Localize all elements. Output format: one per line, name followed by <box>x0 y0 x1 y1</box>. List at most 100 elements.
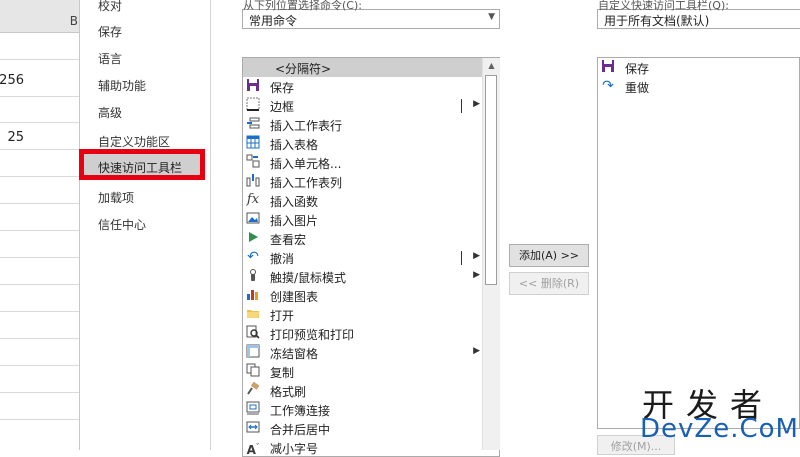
list-item-label: 打印预览和打印 <box>270 328 355 342</box>
folder-icon <box>245 306 261 322</box>
list-item-label: 创建图表 <box>270 290 319 304</box>
spreadsheet-background: B 256 25 <box>0 0 80 450</box>
copy-icon <box>245 363 261 379</box>
insert-table-icon <box>245 135 261 151</box>
commands-list-scrollbar[interactable]: ▲ <box>482 58 500 450</box>
save-icon <box>245 78 261 94</box>
list-item[interactable]: 触摸/鼠标模式 ▶ <box>243 267 482 286</box>
list-item-label: 边框 <box>270 100 295 114</box>
list-item-label: 减小字号 <box>270 442 319 456</box>
list-item[interactable]: 插入单元格... <box>243 153 482 172</box>
options-category-panel: 校对 保存 语言 辅助功能 高级 自定义功能区 加载项 信任中心 <box>80 0 211 450</box>
category-proofing[interactable]: 校对 <box>98 0 122 14</box>
scroll-up-arrow-icon[interactable]: ▲ <box>483 58 500 74</box>
submenu-arrow-icon: ▶ <box>473 346 480 356</box>
print-preview-icon <box>245 325 261 341</box>
list-item-label: 打开 <box>270 309 295 323</box>
choose-commands-value: 常用命令 <box>249 14 298 28</box>
watermark-logo: 开发者 DevZe.CoM <box>640 380 800 450</box>
category-quick-access-toolbar-label: 快速访问工具栏 <box>98 161 183 175</box>
list-item[interactable]: 复制 <box>243 362 482 381</box>
list-item[interactable]: 插入工作表列 <box>243 172 482 191</box>
remove-button[interactable]: << 删除(R) <box>509 272 589 295</box>
add-button[interactable]: 添加(A) >> <box>509 244 589 267</box>
category-trust-center[interactable]: 信任中心 <box>98 216 146 233</box>
submenu-arrow-icon: ▶ <box>473 270 480 280</box>
list-item-label: 复制 <box>270 366 295 380</box>
list-item-label: <分隔符> <box>275 62 332 76</box>
connections-icon <box>245 401 261 417</box>
list-item-label: 插入图片 <box>270 214 319 228</box>
list-item[interactable]: 打印预览和打印 <box>243 324 482 343</box>
chart-icon <box>245 287 261 303</box>
insert-column-icon <box>245 173 261 189</box>
decrease-font-icon: Aˇ <box>246 443 260 457</box>
merge-center-icon <box>245 420 261 436</box>
redo-icon: ↷ <box>602 78 614 94</box>
list-item[interactable]: 边框 ▶ <box>243 96 482 115</box>
list-item[interactable]: 保存 <box>243 77 482 96</box>
list-item-label: 插入单元格... <box>270 157 342 171</box>
qat-commands-list[interactable]: 保存 ↷ 重做 <box>597 57 800 429</box>
borders-icon <box>245 97 261 113</box>
macro-play-icon <box>245 230 261 246</box>
list-item-label: 保存 <box>270 81 295 95</box>
insert-row-icon <box>245 116 261 132</box>
list-item-label: 冻结窗格 <box>270 347 319 361</box>
list-item-label: 保存 <box>625 62 650 76</box>
customize-qat-label: 自定义快速访问工具栏(Q): <box>598 0 729 11</box>
category-advanced[interactable]: 高级 <box>98 104 122 121</box>
list-item-label: 触摸/鼠标模式 <box>270 271 347 285</box>
list-item[interactable]: 查看宏 <box>243 229 482 248</box>
customize-qat-dropdown[interactable]: 自定义快速访问工具栏(Q): 用于所有文档(默认) <box>597 0 800 29</box>
list-item[interactable]: 合并后居中 <box>243 419 482 438</box>
choose-commands-dropdown[interactable]: 从下列位置选择命令(C): 常用命令 ▼ <box>242 0 500 29</box>
list-item[interactable]: ↷ 重做 <box>598 77 798 96</box>
chevron-down-icon: ▼ <box>488 12 495 22</box>
category-customize-ribbon[interactable]: 自定义功能区 <box>98 133 170 150</box>
list-item-label: 工作簿连接 <box>270 404 331 418</box>
list-item[interactable]: 格式刷 <box>243 381 482 400</box>
list-item[interactable]: 插入工作表行 <box>243 115 482 134</box>
insert-cells-icon <box>245 154 261 170</box>
list-item[interactable]: 插入表格 <box>243 134 482 153</box>
category-language[interactable]: 语言 <box>98 50 122 67</box>
submenu-arrow-icon: ▶ <box>473 251 480 261</box>
list-item-label: 重做 <box>625 81 650 95</box>
category-accessibility[interactable]: 辅助功能 <box>98 77 146 94</box>
customize-qat-value: 用于所有文档(默认) <box>604 14 710 28</box>
list-item-label: 插入函数 <box>270 195 319 209</box>
list-item-label: 合并后居中 <box>270 423 331 437</box>
list-item[interactable]: fx 插入函数 <box>243 191 482 210</box>
list-item-label: 查看宏 <box>270 233 307 247</box>
save-icon <box>600 59 616 75</box>
list-item-label: 插入表格 <box>270 138 319 152</box>
category-quick-access-toolbar[interactable]: 快速访问工具栏 <box>79 149 205 180</box>
cell-value: 256 <box>0 73 24 88</box>
category-addins[interactable]: 加载项 <box>98 189 134 206</box>
list-item[interactable]: 创建图表 <box>243 286 482 305</box>
choose-commands-label: 从下列位置选择命令(C): <box>243 0 362 11</box>
format-painter-icon <box>245 381 261 398</box>
commands-list[interactable]: <分隔符> 保存 边框 ▶ 插入工作表行 插入表格 插入单元格... 插入工作表… <box>242 57 500 457</box>
list-item[interactable]: 插入图片 <box>243 210 482 229</box>
list-item[interactable]: 冻结窗格 ▶ <box>243 343 482 362</box>
cell-value: 25 <box>7 130 24 145</box>
category-save[interactable]: 保存 <box>98 23 122 40</box>
list-item[interactable]: Aˇ 减小字号 <box>243 438 482 457</box>
list-item-label: 撤消 <box>270 252 295 266</box>
list-item-label: 插入工作表行 <box>270 119 343 133</box>
list-item[interactable]: ↶ 撤消 ▶ <box>243 248 482 267</box>
watermark-domain: DevZe.CoM <box>640 414 799 444</box>
freeze-panes-icon <box>245 344 261 360</box>
list-item-label: 插入工作表列 <box>270 176 343 190</box>
list-item[interactable]: 工作簿连接 <box>243 400 482 419</box>
list-item-separator[interactable]: <分隔符> <box>243 58 482 77</box>
list-item[interactable]: 打开 <box>243 305 482 324</box>
list-item-label: 格式刷 <box>270 385 307 399</box>
scrollbar-thumb[interactable] <box>485 75 497 285</box>
column-header-label: B <box>69 14 78 28</box>
undo-icon: ↶ <box>247 249 259 265</box>
list-item[interactable]: 保存 <box>598 58 798 77</box>
function-icon: fx <box>246 192 260 207</box>
